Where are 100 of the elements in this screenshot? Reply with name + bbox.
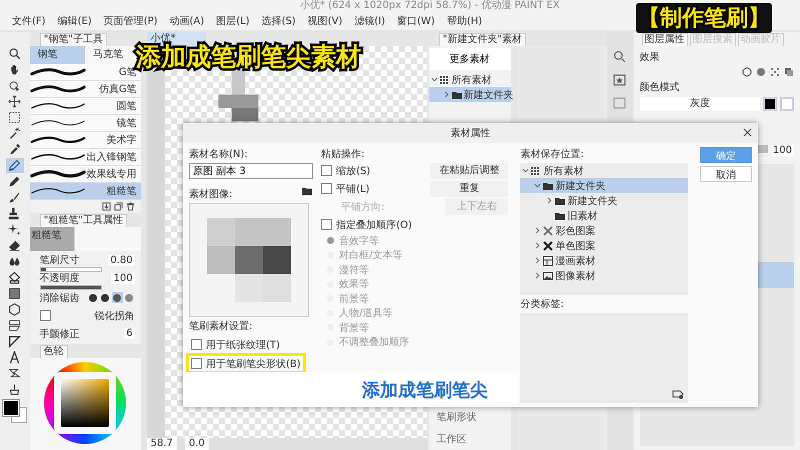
- radio-label: 漫符等: [339, 264, 370, 277]
- brush-item[interactable]: 效果线专用: [30, 166, 141, 183]
- checkbox[interactable]: [321, 165, 332, 176]
- dropdown[interactable]: 重复: [430, 180, 508, 196]
- checkbox-label: 指定叠加顺序(O): [336, 218, 412, 232]
- brush-stroke-preview: [30, 134, 86, 146]
- chevron-right-icon[interactable]: [534, 257, 542, 264]
- tree-item[interactable]: 新建文件夹: [520, 178, 688, 193]
- angle-field[interactable]: 0.0: [184, 438, 209, 450]
- tree-item[interactable]: 漫画素材: [520, 253, 688, 268]
- grid-icon: [440, 74, 450, 84]
- panel-tab[interactable]: 图层属性: [642, 33, 688, 46]
- menu-item[interactable]: 页面管理(P): [104, 14, 158, 28]
- property-label: 手颤修正: [40, 328, 80, 340]
- more-materials-button[interactable]: 更多素材: [428, 48, 511, 70]
- antialias-option[interactable]: [88, 292, 99, 303]
- checkbox[interactable]: [40, 310, 51, 321]
- tree-item[interactable]: 所有素材: [428, 72, 511, 87]
- checkbox[interactable]: [321, 219, 332, 230]
- tree-item[interactable]: 图像素材: [520, 268, 688, 283]
- search-icon[interactable]: [612, 50, 626, 63]
- brush-item[interactable]: 镜笔: [30, 115, 141, 132]
- chevron-down-icon[interactable]: [534, 182, 542, 189]
- checkbox[interactable]: [321, 183, 332, 194]
- property-value[interactable]: 100: [111, 272, 135, 284]
- tree-item[interactable]: 所有素材: [520, 163, 688, 178]
- panel-tab[interactable]: "新建文件夹"素材: [438, 33, 526, 46]
- zoom-field[interactable]: 58.7: [146, 438, 177, 450]
- checkbox[interactable]: [191, 339, 202, 350]
- brush-item[interactable]: 仿真G笔: [30, 81, 141, 98]
- panel-tab[interactable]: 色轮: [40, 345, 68, 358]
- panel-tab[interactable]: "钢笔"子工具: [40, 33, 107, 46]
- circle-icon[interactable]: [742, 67, 752, 77]
- menu-item[interactable]: 图层(L): [216, 14, 250, 28]
- tree-item[interactable]: 新建文件夹: [428, 87, 511, 102]
- property-value[interactable]: 0.80: [108, 254, 135, 266]
- pen-tool-icon[interactable]: [6, 158, 24, 173]
- tree-item[interactable]: 新建文件夹: [520, 193, 688, 208]
- property-label: 消除锯齿: [40, 292, 80, 304]
- brush-item[interactable]: 粗糙笔: [30, 183, 141, 200]
- chevron-right-icon[interactable]: [534, 227, 542, 234]
- antialias-option[interactable]: [100, 292, 111, 303]
- star-folder-icon[interactable]: [612, 73, 626, 86]
- checkbox-option[interactable]: 用于纸张纹理(T): [189, 337, 303, 352]
- radio-button[interactable]: [327, 237, 334, 244]
- brush-item[interactable]: 出入锋钢笔: [30, 149, 141, 166]
- dropdown[interactable]: 在粘贴后调整: [430, 162, 508, 178]
- name-field[interactable]: 原图 副本 3: [189, 163, 313, 179]
- material-list-item[interactable]: 笔刷形状: [428, 406, 511, 428]
- field-label: 分类标签:: [520, 298, 565, 311]
- menu-item[interactable]: 窗口(W): [397, 14, 435, 28]
- main-color-swatch[interactable]: [2, 400, 19, 416]
- menu-item[interactable]: 视图(V): [308, 14, 342, 28]
- brush-item[interactable]: 圆笔: [30, 98, 141, 115]
- brush-preview: 粗糙笔: [30, 227, 141, 251]
- add-tag-icon[interactable]: [672, 389, 684, 399]
- tree-item[interactable]: 单色图案: [520, 238, 688, 253]
- chevron-down-icon[interactable]: [430, 76, 438, 83]
- antialias-option[interactable]: [112, 292, 123, 303]
- opacity-value[interactable]: 100: [770, 145, 794, 156]
- field-label: 素材图像:: [189, 188, 232, 201]
- dots-icon[interactable]: [770, 67, 780, 77]
- menu-item[interactable]: 帮助(H): [446, 14, 482, 28]
- chevron-right-icon[interactable]: [534, 272, 542, 279]
- property-label: 不透明度: [40, 272, 81, 285]
- tree-item[interactable]: 彩色图案: [520, 223, 688, 238]
- property-label: 锐化拐角: [94, 310, 135, 322]
- chevron-down-icon[interactable]: [522, 167, 530, 174]
- subtool-group-tab[interactable]: 钢笔: [30, 46, 86, 64]
- field-label: 素材保存位置:: [520, 148, 585, 161]
- layers-icon[interactable]: [784, 67, 794, 77]
- chevron-right-icon[interactable]: [442, 91, 450, 98]
- material-list-item[interactable]: 工作区: [428, 428, 511, 450]
- menu-item[interactable]: 编辑(E): [58, 14, 92, 28]
- trash-icon[interactable]: [126, 202, 135, 211]
- color-mode-dropdown[interactable]: 灰度: [640, 97, 760, 111]
- import-icon[interactable]: [102, 202, 111, 211]
- secondary-color-chip[interactable]: [780, 97, 794, 111]
- menu-item[interactable]: 选择(S): [262, 14, 296, 28]
- tree-item[interactable]: 旧素材: [520, 208, 688, 223]
- panel-tab[interactable]: "粗糙笔"工具属性: [40, 214, 127, 227]
- field-label: 素材名称(N):: [189, 148, 249, 161]
- checkbox-option[interactable]: 用于笔刷笔尖形状(B): [189, 356, 303, 371]
- brush-item[interactable]: 美术字: [30, 132, 141, 149]
- checkbox-label: 平铺(L): [336, 182, 371, 196]
- cancel-button[interactable]: 取消: [700, 166, 752, 182]
- property-slider[interactable]: [40, 285, 102, 290]
- chevron-right-icon[interactable]: [546, 197, 554, 204]
- checkbox[interactable]: [191, 358, 202, 369]
- close-icon[interactable]: [743, 128, 752, 137]
- property-slider[interactable]: [40, 267, 102, 272]
- radio-label: 效果等: [339, 278, 370, 292]
- menu-item[interactable]: 动画(A): [170, 14, 204, 28]
- primary-color-chip[interactable]: [763, 97, 777, 111]
- chevron-right-icon[interactable]: [534, 242, 542, 249]
- image-icon: [543, 270, 554, 280]
- menu-item[interactable]: 文件(F): [12, 14, 46, 28]
- duplicate-icon[interactable]: [114, 202, 123, 211]
- property-value[interactable]: 6: [124, 328, 135, 339]
- menu-item[interactable]: 滤镜(I): [354, 14, 386, 28]
